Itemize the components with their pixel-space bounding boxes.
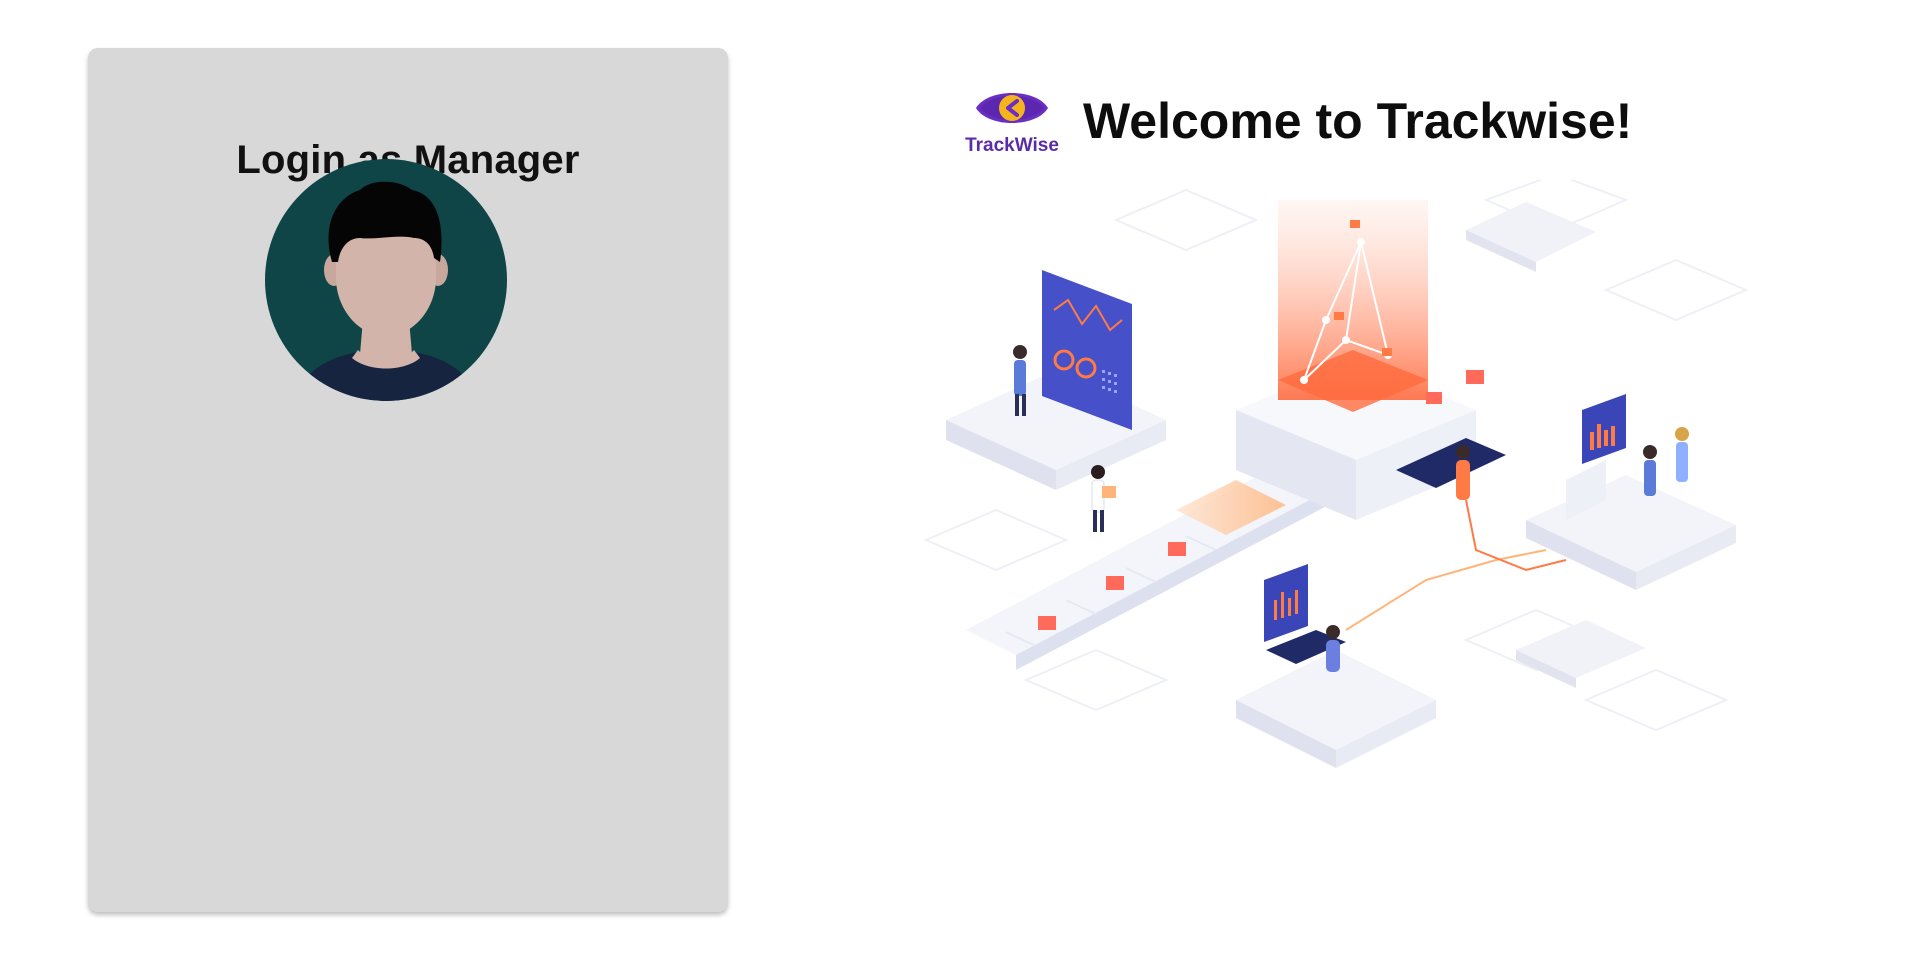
page: Login as Manager TrackWise Welcome to Tr… <box>0 0 1920 974</box>
user-avatar-icon[interactable] <box>264 158 508 402</box>
brand-name: TrackWise <box>965 135 1059 156</box>
login-card[interactable]: Login as Manager <box>88 48 728 912</box>
hero-illustration <box>906 180 1756 820</box>
eye-logo-icon <box>976 93 1048 123</box>
brand-logo[interactable]: TrackWise <box>962 82 1062 158</box>
welcome-title: Welcome to Trackwise! <box>1083 93 1633 149</box>
